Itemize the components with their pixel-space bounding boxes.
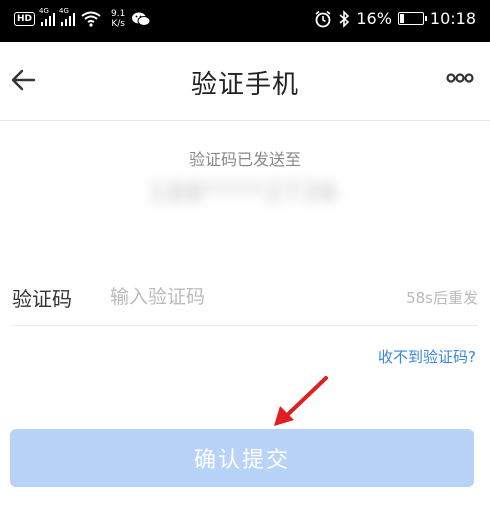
nav-bar: 验证手机 [0, 42, 490, 121]
code-sent-label: 验证码已发送至 [188, 150, 301, 169]
clock: 10:18 [429, 9, 476, 28]
verification-code-input[interactable] [108, 281, 382, 313]
network-speed: 9.1 K/s [111, 9, 125, 29]
status-right: 16% 10:18 [314, 9, 476, 28]
masked-phone-number: 188****2736 [148, 170, 340, 218]
page-title: 验证手机 [190, 70, 299, 100]
verification-code-row: 验证码 58s后重发 [12, 265, 478, 326]
phone-number-text: 188****2736 [149, 178, 339, 208]
code-field-label: 验证码 [12, 287, 72, 311]
network-type-label: 4G [39, 7, 49, 15]
more-options-icon[interactable] [446, 72, 474, 84]
status-left: HD 4G 4G 9.1 K/s [14, 7, 151, 29]
annotation-arrow-icon [274, 376, 328, 426]
resend-countdown: 58s后重发 [406, 289, 478, 307]
wifi-icon [81, 11, 101, 27]
network-speed-value: 9.1 [111, 9, 126, 19]
network-type-label-2: 4G [59, 7, 69, 15]
cell-signal-icon-2: 4G [59, 7, 76, 26]
battery-icon [397, 12, 427, 25]
no-code-link[interactable]: 收不到验证码? [378, 346, 476, 367]
hd-badge: HD [14, 12, 36, 26]
battery-percent: 16% [356, 9, 392, 28]
cell-signal-icon: 4G [39, 7, 56, 26]
status-bar: HD 4G 4G 9.1 K/s 16% 10:18 [0, 0, 490, 42]
alarm-icon [315, 10, 331, 27]
network-speed-unit: K/s [111, 19, 125, 29]
wechat-icon [132, 12, 151, 26]
bluetooth-icon [339, 9, 350, 28]
confirm-submit-button[interactable]: 确认提交 [10, 429, 474, 487]
